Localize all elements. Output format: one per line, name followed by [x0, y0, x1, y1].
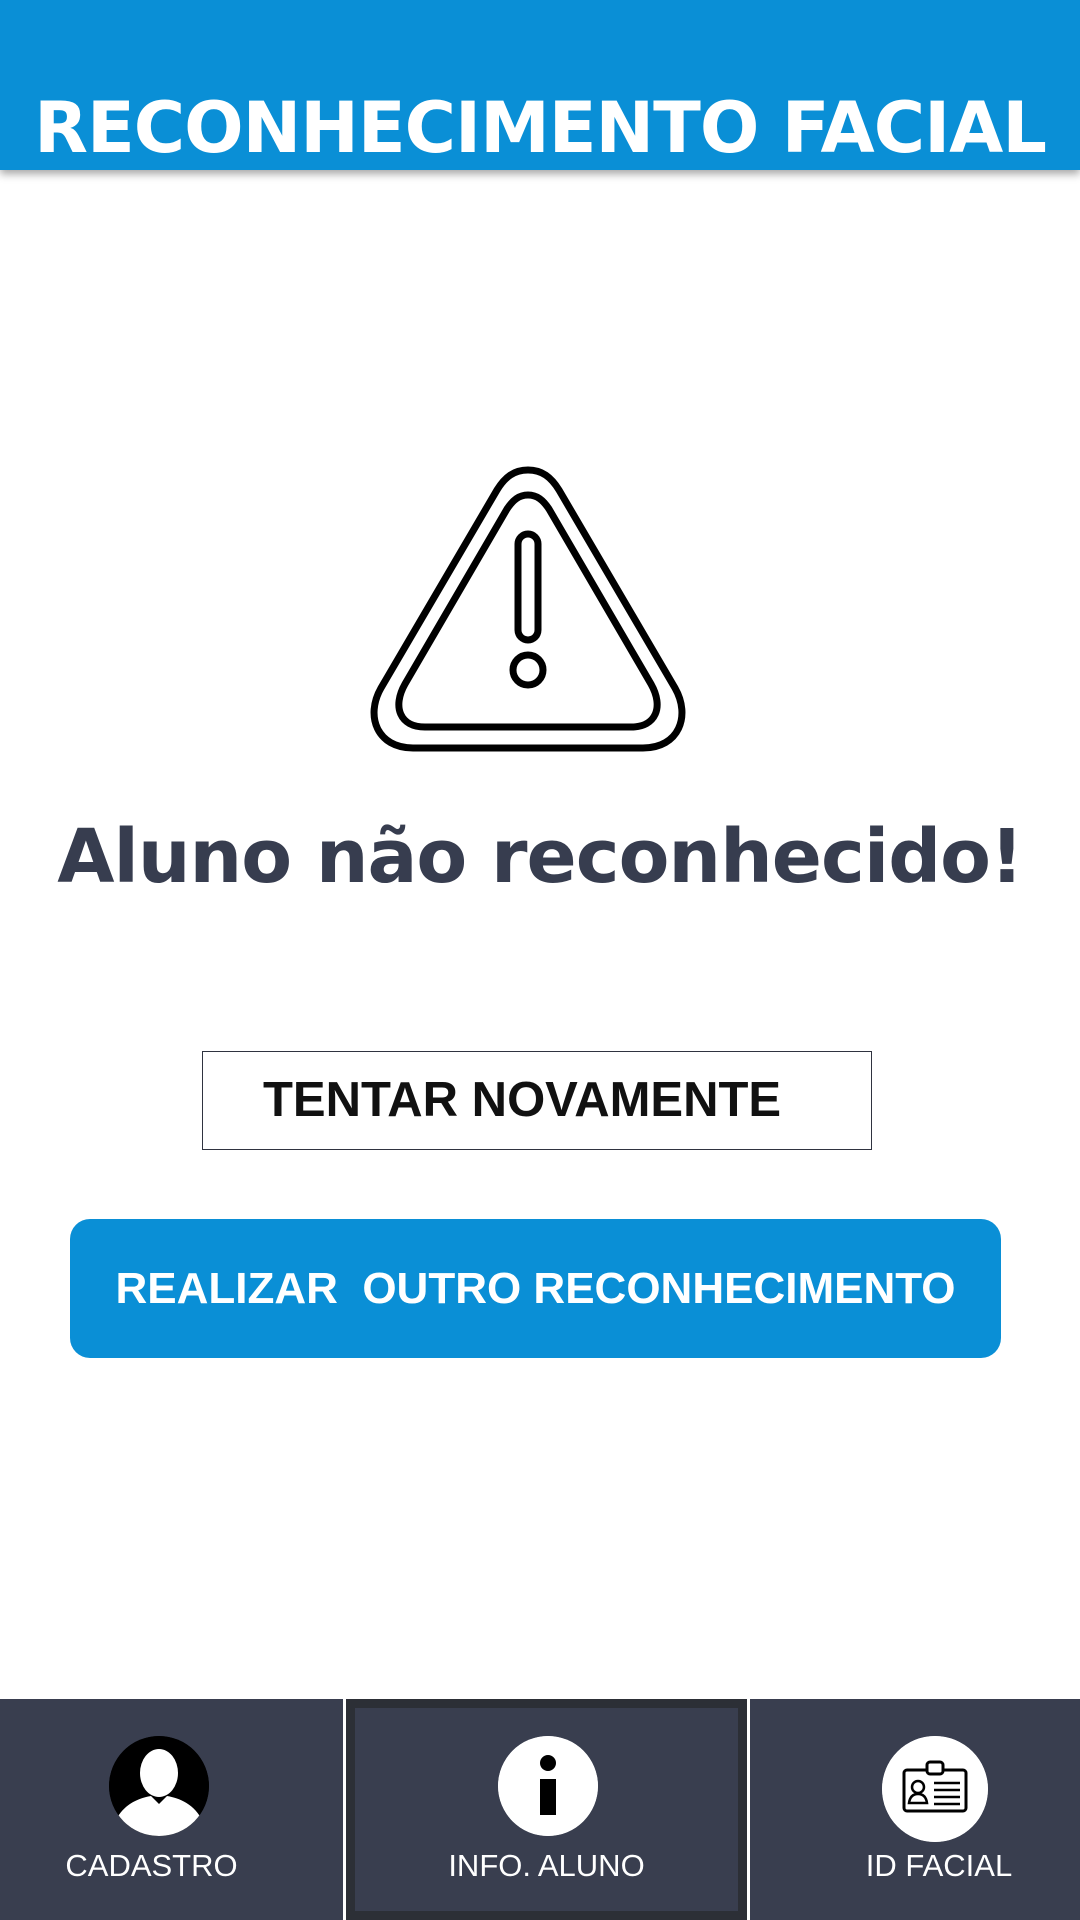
- nav-item-info-aluno[interactable]: INFO. ALUNO: [346, 1699, 747, 1920]
- warning-triangle-icon: [370, 466, 686, 752]
- page-title: RECONHECIMENTO FACIAL: [34, 87, 1047, 169]
- bottom-navigation: CADASTRO INFO. ALUNO ID FACIAL: [0, 1699, 1080, 1920]
- status-message: Aluno não reconhecido!: [57, 814, 1024, 900]
- new-recognition-button[interactable]: REALIZAR OUTRO RECONHECIMENTO: [70, 1219, 1001, 1358]
- user-avatar-icon: [109, 1736, 209, 1836]
- nav-label-info-aluno: INFO. ALUNO: [448, 1848, 645, 1883]
- new-recognition-button-label: REALIZAR OUTRO RECONHECIMENTO: [115, 1264, 956, 1313]
- nav-item-id-facial[interactable]: ID FACIAL: [750, 1699, 1080, 1920]
- nav-label-id-facial: ID FACIAL: [865, 1848, 1013, 1883]
- nav-item-cadastro[interactable]: CADASTRO: [0, 1699, 343, 1920]
- info-icon: [498, 1736, 598, 1836]
- id-card-icon: [882, 1736, 988, 1842]
- nav-label-cadastro: CADASTRO: [65, 1848, 238, 1883]
- retry-button[interactable]: TENTAR NOVAMENTE: [202, 1051, 872, 1150]
- app-header: RECONHECIMENTO FACIAL: [0, 0, 1080, 170]
- retry-button-label: TENTAR NOVAMENTE: [263, 1073, 782, 1127]
